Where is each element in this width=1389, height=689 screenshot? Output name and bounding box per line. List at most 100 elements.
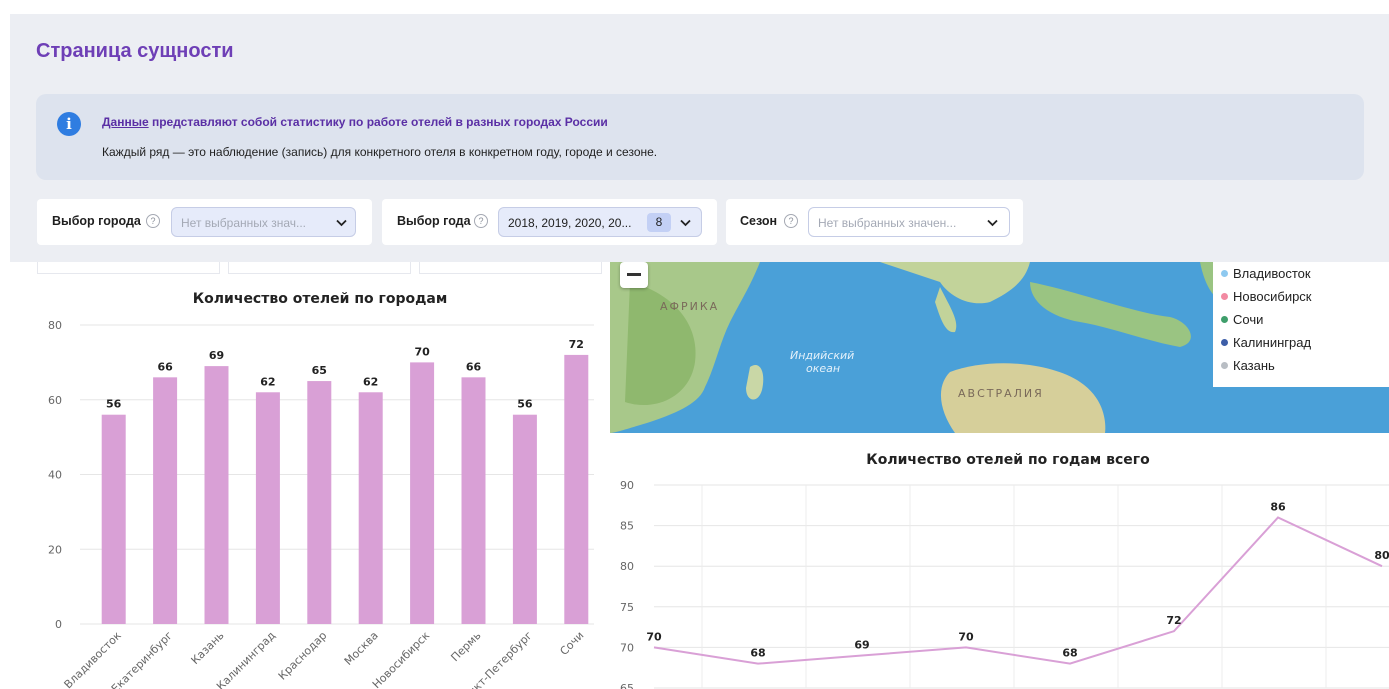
y-tick-label: 80	[620, 560, 634, 573]
legend-item[interactable]: Казань	[1221, 358, 1275, 373]
map[interactable]: АФРИКА Индийский океан АВСТРАЛИЯ Владиво…	[610, 262, 1389, 433]
bar-value-label: 62	[260, 375, 275, 388]
bar	[255, 392, 280, 624]
point-value-label: 72	[1166, 614, 1181, 627]
year-select[interactable]: 2018, 2019, 2020, 20... 8	[498, 207, 702, 237]
y-tick-label: 70	[620, 641, 634, 654]
year-filter-label: Выбор года	[397, 214, 471, 228]
x-tick-label: Пермь	[448, 629, 483, 664]
bar-chart-svg: Количество отелей по городам 0 20 40 60 80 56…	[48, 291, 594, 689]
asia-landmass	[880, 262, 1030, 304]
legend-item[interactable]: Калининград	[1221, 335, 1311, 350]
y-tick-label: 90	[620, 479, 634, 492]
info-icon: i	[57, 112, 81, 136]
legend-label: Сочи	[1233, 312, 1264, 327]
legend-label: Казань	[1233, 358, 1275, 373]
info-line-1: Данные представляют собой статистику по …	[102, 115, 608, 129]
point-value-label: 69	[854, 639, 869, 652]
line-chart-svg: Количество отелей по годам всего 65 70 75 8…	[620, 452, 1389, 689]
card-stub	[37, 262, 220, 274]
map-label-africa: АФРИКА	[660, 300, 720, 313]
bar	[101, 414, 126, 624]
season-filter: Сезон ? Нет выбранных значен...	[726, 199, 1023, 245]
bar	[204, 366, 229, 624]
x-tick-label: Краснодар	[276, 629, 330, 683]
y-tick-label: 80	[48, 319, 62, 332]
bar-value-label: 56	[106, 398, 122, 411]
legend-label: Калининград	[1233, 335, 1312, 350]
legend-item[interactable]: Владивосток	[1221, 266, 1311, 281]
legend-label: Новосибирск	[1233, 289, 1312, 304]
bar	[461, 377, 486, 624]
bar	[410, 362, 435, 624]
indonesia-landmass	[1030, 282, 1191, 347]
page-title: Страница сущности	[36, 40, 234, 62]
bar-value-label: 72	[569, 338, 584, 351]
season-filter-label: Сезон	[740, 214, 778, 228]
map-legend: Владивосток Новосибирск Сочи Калининград…	[1213, 262, 1389, 387]
legend-dot	[1221, 293, 1228, 300]
chevron-down-icon	[680, 219, 691, 227]
y-tick-label: 75	[620, 601, 634, 614]
legend-label: Владивосток	[1233, 266, 1311, 281]
point-value-label: 70	[646, 630, 662, 643]
bar	[512, 414, 537, 624]
year-help-icon[interactable]: ?	[474, 214, 488, 228]
year-filter: Выбор года ? 2018, 2019, 2020, 20... 8	[382, 199, 717, 245]
year-count-badge: 8	[647, 213, 671, 232]
bar-value-label: 56	[517, 398, 533, 411]
city-select-placeholder: Нет выбранных знач...	[181, 216, 306, 230]
y-tick-label: 20	[48, 543, 62, 556]
bar-value-label: 70	[414, 345, 430, 358]
point-value-label: 68	[1062, 647, 1077, 660]
legend-dot	[1221, 316, 1228, 323]
bar-value-label: 62	[363, 375, 378, 388]
y-tick-label: 0	[55, 618, 62, 631]
zoom-out-button[interactable]	[620, 262, 648, 288]
legend-dot	[1221, 339, 1228, 346]
x-tick-label: Казань	[189, 629, 227, 667]
bar-value-label: 66	[466, 360, 482, 373]
city-filter-label: Выбор города	[52, 214, 141, 228]
point-value-label: 80	[1374, 549, 1389, 562]
legend-dot	[1221, 270, 1228, 277]
info-line-1-text: представляют собой статистику по работе …	[148, 115, 608, 129]
madagascar	[746, 364, 764, 400]
bar-value-label: 69	[209, 349, 224, 362]
city-select[interactable]: Нет выбранных знач...	[171, 207, 356, 237]
map-label-ocean: океан	[806, 362, 841, 375]
city-help-icon[interactable]: ?	[146, 214, 160, 228]
season-help-icon[interactable]: ?	[784, 214, 798, 228]
bar	[153, 377, 178, 624]
y-tick-label: 40	[48, 469, 62, 482]
season-select-placeholder: Нет выбранных значен...	[818, 216, 957, 230]
bar	[307, 381, 332, 624]
season-select[interactable]: Нет выбранных значен...	[808, 207, 1010, 237]
x-tick-label: Сочи	[557, 629, 586, 658]
hotels-by-year-chart: Количество отелей по годам всего 65 70 75 8…	[610, 440, 1389, 689]
y-tick-label: 60	[48, 394, 62, 407]
chevron-down-icon	[987, 219, 998, 227]
map-label-indian-ocean: Индийский	[790, 349, 855, 362]
point-value-label: 86	[1270, 500, 1286, 513]
info-banner	[36, 94, 1364, 180]
card-stub	[419, 262, 602, 274]
city-filter: Выбор города ? Нет выбранных знач...	[37, 199, 372, 245]
legend-dot	[1221, 362, 1228, 369]
data-link[interactable]: Данные	[102, 115, 149, 129]
x-tick-label: Москва	[342, 629, 381, 668]
y-tick-label: 85	[620, 520, 634, 533]
legend-item[interactable]: Новосибирск	[1221, 289, 1312, 304]
series-line	[653, 516, 1383, 665]
bar-chart-title: Количество отелей по городам	[193, 291, 448, 307]
card-stub	[228, 262, 411, 274]
bar-value-label: 65	[312, 364, 327, 377]
bar	[564, 354, 589, 624]
point-value-label: 68	[750, 647, 765, 660]
y-tick-label: 65	[620, 682, 634, 689]
point-value-label: 70	[958, 630, 974, 643]
hotels-by-city-chart: Количество отелей по городам 0 20 40 60 80 56…	[36, 280, 604, 689]
legend-item[interactable]: Сочи	[1221, 312, 1263, 327]
map-label-australia: АВСТРАЛИЯ	[958, 387, 1044, 400]
bar	[358, 392, 383, 624]
